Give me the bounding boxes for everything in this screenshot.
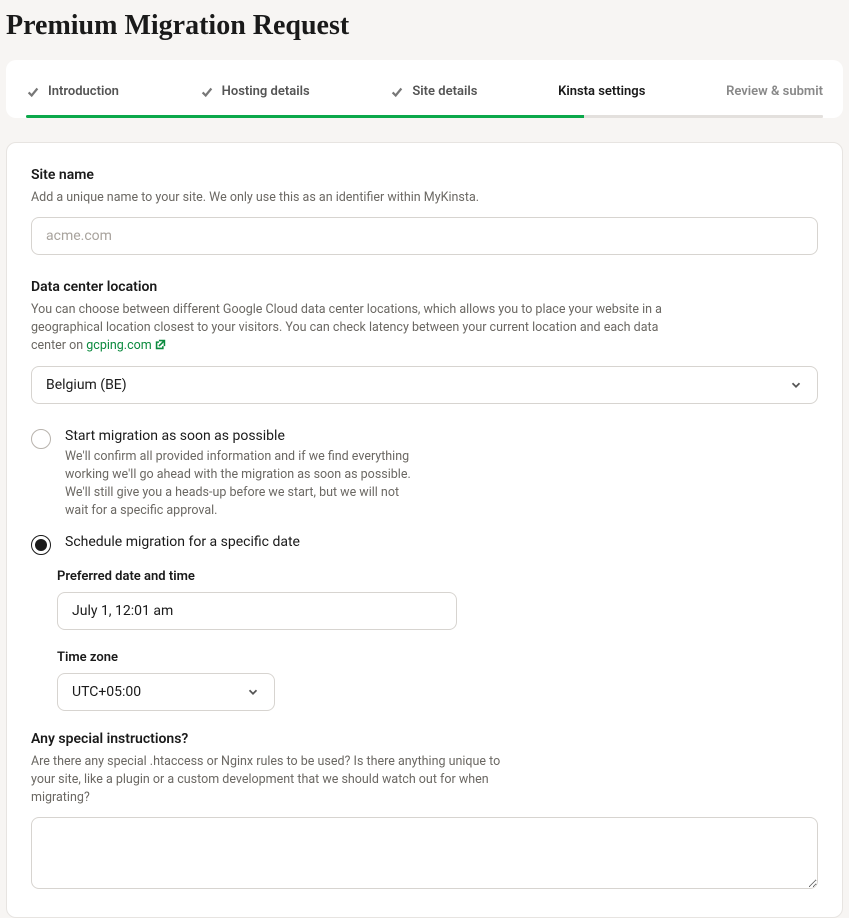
datacenter-label: Data center location: [31, 279, 818, 295]
step-hosting-details[interactable]: Hosting details: [200, 84, 310, 99]
step-review-submit[interactable]: Review & submit: [726, 84, 823, 99]
external-link-icon: [155, 339, 166, 350]
special-help: Are there any special .htaccess or Nginx…: [31, 753, 501, 807]
gcping-link[interactable]: gcping.com: [86, 338, 165, 353]
radio-asap-label: Start migration as soon as possible: [65, 428, 818, 444]
step-introduction[interactable]: Introduction: [26, 84, 119, 99]
timezone-label: Time zone: [57, 650, 818, 665]
check-icon: [26, 85, 40, 99]
scheduled-sub-fields: Preferred date and time Time zone UTC+05…: [57, 569, 818, 711]
stepper-progress: [26, 115, 823, 118]
special-label: Any special instructions?: [31, 731, 818, 747]
site-name-help: Add a unique name to your site. We only …: [31, 189, 671, 207]
progress-done: [26, 115, 584, 118]
step-label: Introduction: [48, 84, 119, 99]
step-kinsta-settings[interactable]: Kinsta settings: [558, 84, 645, 99]
field-datacenter: Data center location You can choose betw…: [31, 279, 818, 403]
site-name-label: Site name: [31, 167, 818, 183]
check-icon: [200, 85, 214, 99]
form-card: Site name Add a unique name to your site…: [6, 142, 843, 918]
site-name-input[interactable]: [31, 217, 818, 255]
radio-asap-help: We'll confirm all provided information a…: [65, 448, 425, 521]
step-label: Review & submit: [726, 84, 823, 99]
datacenter-select[interactable]: Belgium (BE): [31, 366, 818, 404]
radio-scheduled[interactable]: [31, 535, 51, 555]
chevron-down-icon: [246, 685, 260, 699]
field-special-instructions: Any special instructions? Are there any …: [31, 731, 818, 893]
step-site-details[interactable]: Site details: [390, 84, 477, 99]
radio-asap-row: Start migration as soon as possible We'l…: [31, 428, 818, 521]
check-icon: [390, 85, 404, 99]
radio-asap[interactable]: [31, 429, 51, 449]
migration-timing-group: Start migration as soon as possible We'l…: [31, 428, 818, 712]
datacenter-help: You can choose between different Google …: [31, 301, 671, 355]
preferred-date-label: Preferred date and time: [57, 569, 818, 584]
step-label: Hosting details: [222, 84, 310, 99]
stepper-card: Introduction Hosting details Site detail…: [6, 60, 843, 118]
step-label: Site details: [412, 84, 477, 99]
special-instructions-textarea[interactable]: [31, 817, 818, 889]
chevron-down-icon: [789, 378, 803, 392]
timezone-value: UTC+05:00: [72, 684, 141, 700]
preferred-date-input[interactable]: [57, 592, 457, 630]
progress-remaining: [584, 115, 823, 118]
radio-scheduled-row: Schedule migration for a specific date: [31, 534, 818, 555]
field-site-name: Site name Add a unique name to your site…: [31, 167, 818, 255]
timezone-select[interactable]: UTC+05:00: [57, 673, 275, 711]
radio-scheduled-label: Schedule migration for a specific date: [65, 534, 818, 550]
step-label: Kinsta settings: [558, 84, 645, 99]
datacenter-selected-value: Belgium (BE): [46, 377, 127, 393]
stepper: Introduction Hosting details Site detail…: [26, 84, 823, 99]
page-title: Premium Migration Request: [0, 0, 849, 60]
